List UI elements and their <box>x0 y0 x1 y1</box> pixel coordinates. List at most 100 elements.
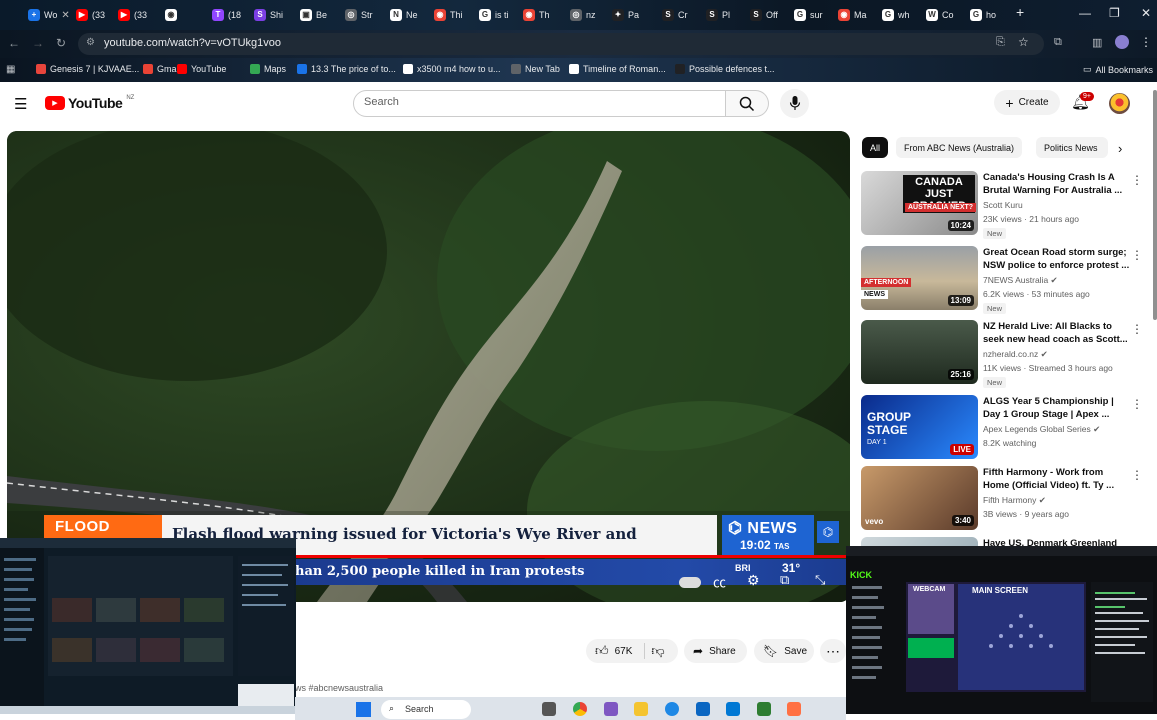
url-text[interactable]: youtube.com/watch?v=vOTUkg1voo <box>104 37 281 49</box>
video-thumbnail[interactable]: vevo 3:40 <box>861 466 978 530</box>
edge-taskbar-icon[interactable] <box>665 702 679 716</box>
video-title[interactable]: ALGS Year 5 Championship | Day 1 Group S… <box>983 395 1131 421</box>
more-options-icon[interactable]: ⋮ <box>1131 173 1143 187</box>
bookmark-item[interactable]: Timeline of Roman... <box>569 64 666 74</box>
browser-tab[interactable]: Gwh <box>882 5 910 25</box>
app-taskbar-icon[interactable] <box>604 702 618 716</box>
close-tab-icon[interactable]: ✕ <box>61 10 69 21</box>
video-title[interactable]: Have US, Denmark Greenland <box>983 537 1131 546</box>
miniplayer-icon[interactable]: ⧉ <box>780 572 789 588</box>
bookmark-item[interactable]: 13.3 The price of to... <box>297 64 396 74</box>
extensions-icon[interactable]: ⧉ <box>1054 36 1062 49</box>
chrome-taskbar-icon[interactable] <box>573 702 587 716</box>
search-button[interactable] <box>726 90 769 117</box>
more-options-icon[interactable]: ⋮ <box>1131 322 1143 336</box>
file-explorer-icon[interactable] <box>634 702 648 716</box>
store-taskbar-icon[interactable] <box>726 702 740 716</box>
video-thumbnail[interactable]: GROUP STAGE DAY 1 LIVE <box>861 395 978 459</box>
save-button[interactable]: 🔖︎ Save <box>754 639 814 663</box>
video-player[interactable]: FLOOD Flash flood warning issued for Vic… <box>7 131 850 602</box>
browser-tab[interactable]: ▣ Be <box>300 5 327 25</box>
video-title[interactable]: Canada's Housing Crash Is A Brutal Warni… <box>983 171 1131 197</box>
create-button[interactable]: + Create <box>994 90 1060 115</box>
task-view-icon[interactable] <box>542 702 556 716</box>
taskbar-search-input[interactable]: Search <box>381 700 471 719</box>
bookmark-item[interactable]: Gmail <box>143 64 181 74</box>
recommended-video[interactable]: vevo 3:40 Fifth Harmony - Work from Home (… <box>861 466 1151 532</box>
autoplay-toggle[interactable] <box>679 577 701 588</box>
browser-tab[interactable]: S Pl <box>706 5 730 25</box>
settings-gear-icon[interactable]: ⚙ <box>747 572 760 589</box>
browser-tab[interactable]: S Shi <box>254 5 283 25</box>
browser-tab[interactable]: + Wo ✕ <box>28 5 70 25</box>
close-window-icon[interactable]: ✕ <box>1141 6 1151 20</box>
sidebar-icon[interactable]: ▥ <box>1092 36 1102 49</box>
voice-search-button[interactable] <box>780 89 809 118</box>
recommended-video[interactable]: CANADA JUST CRASHEDAUSTRALIA NEXT?10:24C… <box>861 171 1151 239</box>
profile-avatar[interactable] <box>1115 35 1129 49</box>
more-options-icon[interactable]: ⋮ <box>1131 248 1143 262</box>
captions-icon[interactable]: ㏄ <box>713 572 726 591</box>
bookmark-item[interactable]: Genesis 7 | KJVAAE... <box>36 64 139 74</box>
browser-tab[interactable]: ◉ Thi <box>434 5 463 25</box>
mail-taskbar-icon[interactable] <box>696 702 710 716</box>
browser-tab[interactable]: S Cr <box>662 5 688 25</box>
browser-tab[interactable]: Gsur <box>794 5 823 25</box>
browser-tab[interactable]: ▶ (33 <box>76 5 105 25</box>
video-thumbnail[interactable]: AFTERNOON NEWS 13:09 <box>861 246 978 310</box>
channel-name[interactable]: Apex Legends Global Series ✔ <box>983 424 1100 435</box>
recommended-video[interactable]: GROUP STAGE DAY 1 LIVE ALGS Year 5 Champion… <box>861 395 1151 461</box>
bookmark-star-icon[interactable]: ☆ <box>1018 35 1029 49</box>
browser-tab[interactable]: S Off <box>750 5 778 25</box>
browser-tab[interactable]: Gis ti <box>479 5 509 25</box>
install-app-icon[interactable]: ⎘ <box>996 36 1005 49</box>
more-options-icon[interactable]: ⋮ <box>1131 397 1143 411</box>
browser-tab[interactable]: ◎ nz <box>570 5 596 25</box>
channel-name[interactable]: Fifth Harmony ✔ <box>983 495 1046 506</box>
start-menu-icon[interactable] <box>356 702 371 717</box>
chevron-right-icon[interactable]: › <box>1118 141 1122 156</box>
all-bookmarks-folder[interactable]: ▭ All Bookmarks <box>1083 64 1153 75</box>
apps-grid-icon[interactable]: ▦ <box>6 64 15 75</box>
filter-chip[interactable]: Politics News <box>1036 137 1108 158</box>
browser-tab[interactable]: ◉ Ma <box>838 5 867 25</box>
recommended-video[interactable]: 25:16 NZ Herald Live: All Blacks to seek … <box>861 320 1151 388</box>
back-icon[interactable]: ← <box>8 36 20 50</box>
video-title[interactable]: Great Ocean Road storm surge; NSW police… <box>983 246 1131 272</box>
browser-tab[interactable]: ◎ Str <box>345 5 373 25</box>
video-thumbnail[interactable] <box>861 537 978 546</box>
channel-name[interactable]: nzherald.co.nz ✔ <box>983 349 1048 360</box>
forward-icon[interactable]: → <box>32 36 44 50</box>
video-thumbnail[interactable]: 25:16 <box>861 320 978 384</box>
site-info-icon[interactable]: ⚙ <box>86 37 95 48</box>
recommended-video[interactable]: Have US, Denmark Greenland <box>861 537 1151 546</box>
browser-tab[interactable]: ✦ Pa <box>612 5 639 25</box>
video-title[interactable]: Fifth Harmony - Work from Home (Official… <box>983 466 1131 492</box>
channel-name[interactable]: 7NEWS Australia ✔ <box>983 275 1058 286</box>
new-tab-icon[interactable]: + <box>1016 4 1024 20</box>
share-button[interactable]: ➦ Share <box>684 639 747 663</box>
reload-icon[interactable]: ↻ <box>56 36 66 50</box>
app3-taskbar-icon[interactable] <box>787 702 801 716</box>
browser-tab[interactable]: ▶ (33 <box>118 5 147 25</box>
video-title[interactable]: NZ Herald Live: All Blacks to seek new h… <box>983 320 1131 346</box>
recommended-video[interactable]: AFTERNOON NEWS 13:09 Great Ocean Road storm… <box>861 246 1151 314</box>
bookmark-item[interactable]: x3500 m4 how to u... <box>403 64 501 74</box>
bookmark-item[interactable]: Maps <box>250 64 286 74</box>
browser-tab[interactable]: Gho <box>970 5 996 25</box>
browser-tab[interactable]: W Co <box>926 5 954 25</box>
page-scrollbar[interactable] <box>1153 90 1157 320</box>
minimize-icon[interactable]: — <box>1079 6 1091 20</box>
filter-chip[interactable]: All <box>862 137 889 158</box>
bookmark-item[interactable]: YouTube <box>177 64 226 74</box>
menu-kebab-icon[interactable]: ⋮ <box>1140 35 1152 49</box>
filter-chip[interactable]: From ABC News (Australia) <box>896 137 1023 158</box>
bookmark-item[interactable]: Possible defences t... <box>675 64 775 74</box>
fullscreen-icon[interactable]: ⤡ <box>815 572 825 588</box>
search-input[interactable] <box>353 90 726 117</box>
bookmark-item[interactable]: New Tab <box>511 64 560 74</box>
app2-taskbar-icon[interactable] <box>757 702 771 716</box>
thumbs-down-icon[interactable]: 👎︎ <box>651 643 664 659</box>
channel-name[interactable]: Scott Kuru <box>983 200 1023 210</box>
video-thumbnail[interactable]: CANADA JUST CRASHEDAUSTRALIA NEXT?10:24 <box>861 171 978 235</box>
